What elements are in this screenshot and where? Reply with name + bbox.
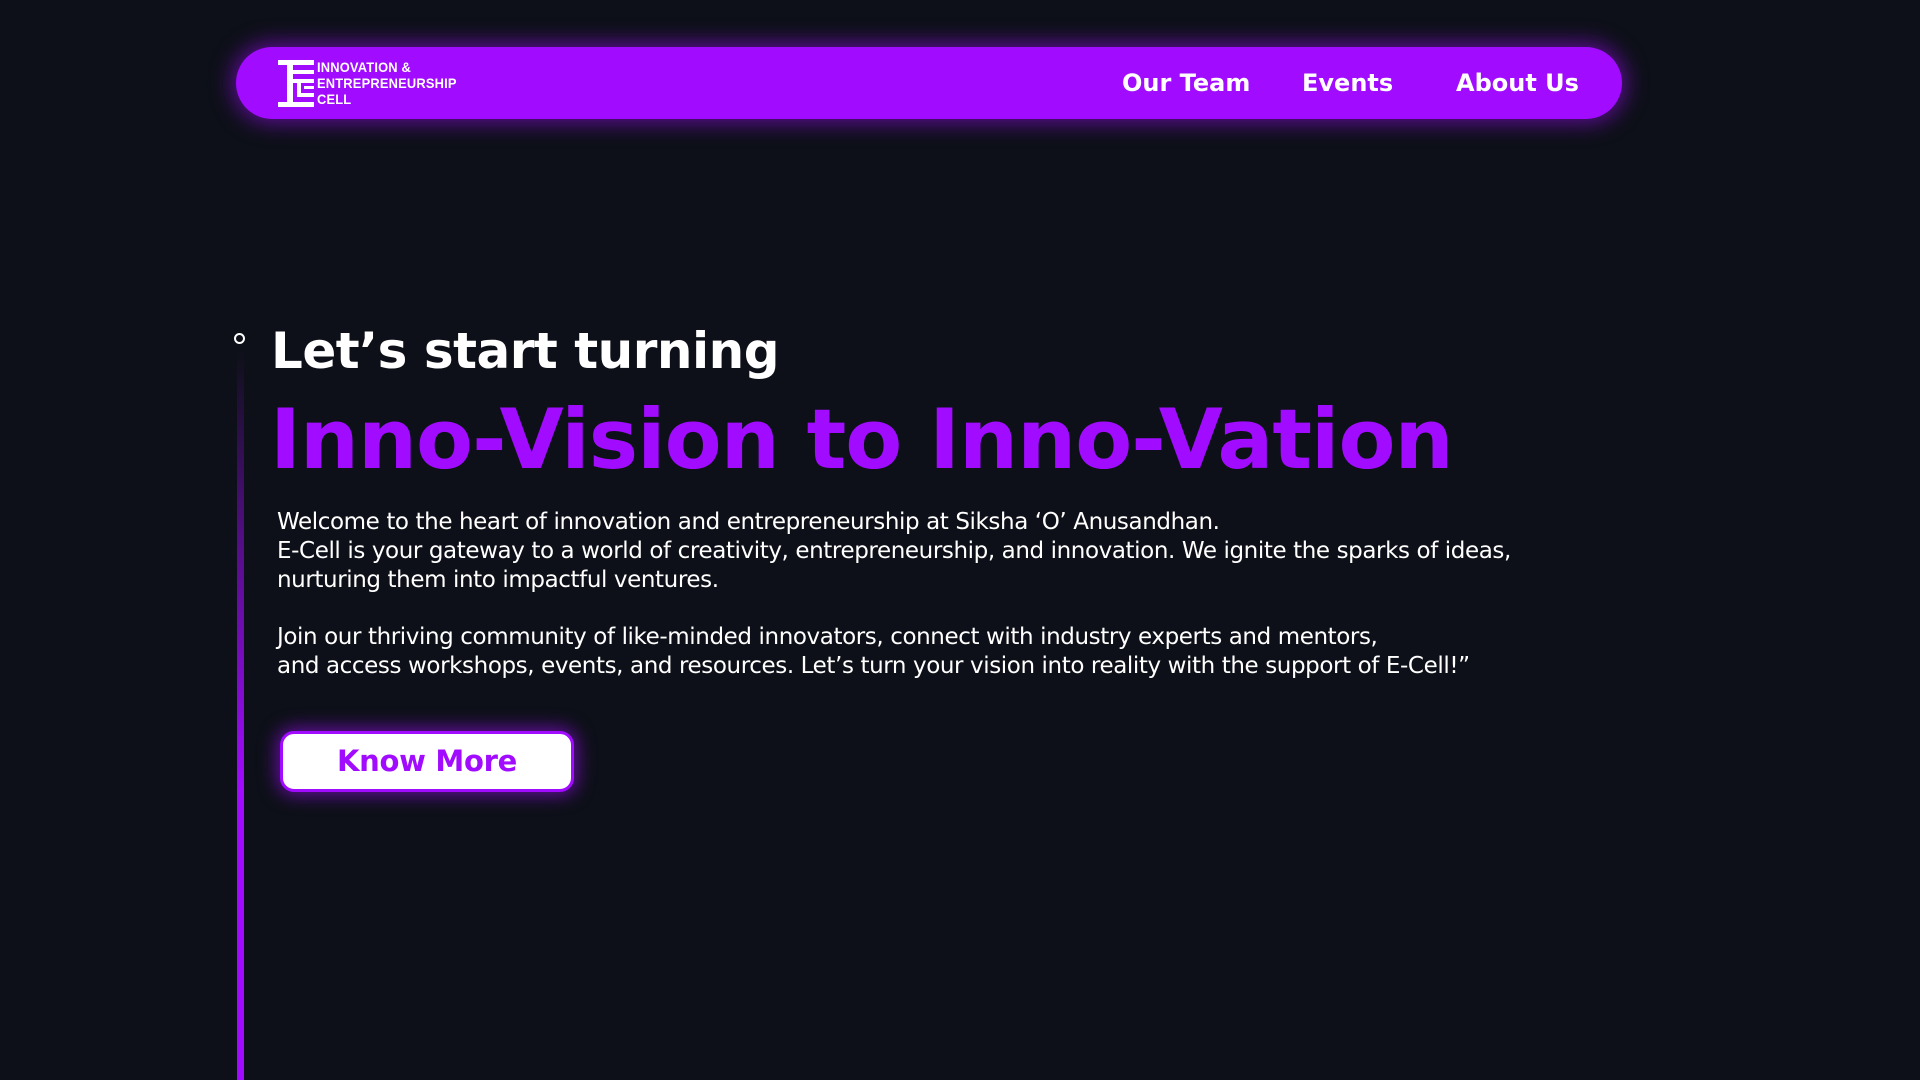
timeline-dot bbox=[234, 333, 245, 344]
know-more-button[interactable]: Know More bbox=[280, 731, 574, 792]
hero-kicker: Let’s start turning bbox=[271, 322, 779, 380]
timeline-line bbox=[237, 350, 244, 1080]
hero-paragraph-2-line-1: Join our thriving community of like-mind… bbox=[277, 624, 1378, 650]
hero-description: Welcome to the heart of innovation and e… bbox=[277, 508, 1637, 681]
page: INNOVATION & ENTREPRENEURSHIP CELL Our T… bbox=[0, 0, 1920, 1080]
top-navbar: INNOVATION & ENTREPRENEURSHIP CELL Our T… bbox=[236, 47, 1622, 119]
nav-link-our-team[interactable]: Our Team bbox=[1122, 47, 1250, 119]
hero-paragraph-1-line-2: E-Cell is your gateway to a world of cre… bbox=[277, 538, 1511, 564]
nav-link-about-us[interactable]: About Us bbox=[1456, 47, 1579, 119]
hero-paragraph-1-line-3: nurturing them into impactful ventures. bbox=[277, 567, 719, 593]
nav-link-events[interactable]: Events bbox=[1302, 47, 1393, 119]
hero-title: Inno-Vision to Inno-Vation bbox=[270, 391, 1454, 488]
hero-paragraph-2-line-2: and access workshops, events, and resour… bbox=[277, 653, 1470, 679]
hero-paragraph-1-line-1: Welcome to the heart of innovation and e… bbox=[277, 509, 1220, 535]
nav-links: Our Team Events About Us bbox=[236, 47, 1622, 119]
